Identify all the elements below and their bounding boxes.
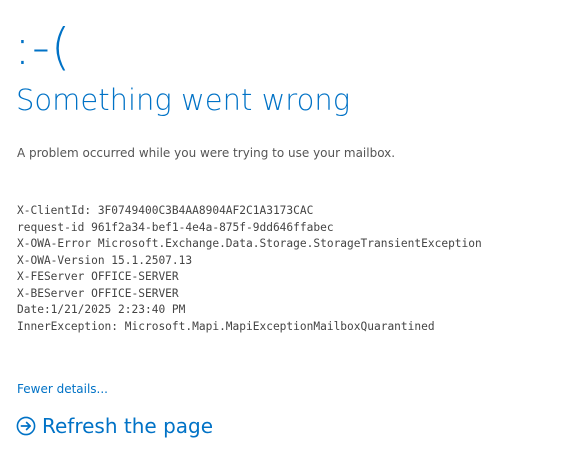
detail-inner-exception: InnerException: Microsoft.Mapi.MapiExcep… <box>17 319 435 333</box>
fewer-details-link[interactable]: Fewer details... <box>17 380 108 398</box>
arrow-circle-right-icon <box>16 416 36 436</box>
refresh-page-link[interactable]: Refresh the page <box>16 412 213 440</box>
detail-owa-error: X-OWA-Error Microsoft.Exchange.Data.Stor… <box>17 237 482 250</box>
page-title: Something went wrong <box>16 83 351 117</box>
detail-owa-version: X-OWA-Version 15.1.2507.13 <box>17 253 193 267</box>
error-message: A problem occurred while you were trying… <box>17 146 396 160</box>
error-details-list: X-ClientId: 3F0749400C3B4AA8904AF2C1A317… <box>17 203 482 335</box>
sad-face-emoticon: :-( <box>14 18 72 76</box>
detail-date: Date:1/21/2025 2:23:40 PM <box>17 303 186 316</box>
detail-client-id: X-ClientId: 3F0749400C3B4AA8904AF2C1A317… <box>17 204 314 217</box>
detail-request-id: request-id 961f2a34-bef1-4e4a-875f-9dd64… <box>17 220 334 234</box>
refresh-page-label: Refresh the page <box>42 414 214 438</box>
detail-be-server: X-BEServer OFFICE-SERVER <box>17 286 179 300</box>
error-page: :-( Something went wrong A problem occur… <box>0 0 585 458</box>
detail-fe-server: X-FEServer OFFICE-SERVER <box>17 270 179 283</box>
